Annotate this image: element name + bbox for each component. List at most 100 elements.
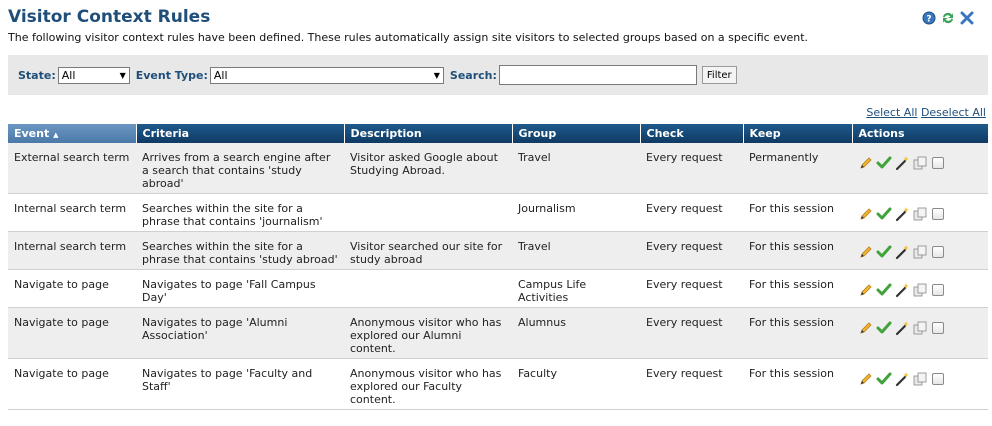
selection-links: Select All Deselect All <box>866 106 986 119</box>
select-checkbox[interactable] <box>932 157 944 169</box>
cell-check: Every request <box>640 269 743 308</box>
search-label: Search: <box>449 68 497 82</box>
page-subtitle: The following visitor context rules have… <box>8 31 809 44</box>
state-select[interactable]: All ▼ <box>57 66 130 84</box>
cell-group: Faculty <box>512 358 640 410</box>
column-header-event[interactable]: Event ▲ <box>8 124 137 143</box>
cell-criteria: Searches within the site for a phrase th… <box>136 231 344 270</box>
cell-check: Every request <box>640 193 743 232</box>
wizard-wand-icon[interactable] <box>894 206 910 222</box>
wizard-wand-icon[interactable] <box>894 282 910 298</box>
row-actions <box>858 151 982 171</box>
row-actions <box>858 202 982 222</box>
row-actions <box>858 316 982 336</box>
filter-button[interactable]: Filter <box>701 66 737 84</box>
table-row: Internal search term Searches within the … <box>8 193 988 232</box>
edit-icon[interactable] <box>858 320 874 336</box>
enable-check-icon[interactable] <box>876 244 892 260</box>
column-header-keep[interactable]: Keep <box>743 124 853 143</box>
cell-check: Every request <box>640 358 743 410</box>
event-type-select-value: All <box>213 68 228 82</box>
column-header-description[interactable]: Description <box>344 124 513 143</box>
cell-actions <box>852 307 988 359</box>
wizard-wand-icon[interactable] <box>894 244 910 260</box>
chevron-down-icon: ▼ <box>119 70 126 80</box>
cell-keep: For this session <box>743 358 852 410</box>
cell-description <box>344 193 512 232</box>
column-header-criteria[interactable]: Criteria <box>136 124 345 143</box>
edit-icon[interactable] <box>858 206 874 222</box>
close-icon[interactable] <box>960 11 974 25</box>
cell-check: Every request <box>640 143 743 194</box>
event-type-label: Event Type: <box>135 68 208 82</box>
cell-keep: For this session <box>743 269 852 308</box>
edit-icon[interactable] <box>858 371 874 387</box>
cell-group: Alumnus <box>512 307 640 359</box>
cell-criteria: Navigates to page 'Fall Campus Day' <box>136 269 344 308</box>
wizard-wand-icon[interactable] <box>894 371 910 387</box>
svg-text:?: ? <box>926 15 931 25</box>
copy-icon[interactable] <box>912 244 928 260</box>
select-checkbox[interactable] <box>932 208 944 220</box>
filter-bar: State: All ▼ Event Type: All ▼ Search: F… <box>8 55 988 95</box>
select-checkbox[interactable] <box>932 246 944 258</box>
cell-event: Navigate to page <box>8 358 136 410</box>
chevron-down-icon: ▼ <box>433 70 440 80</box>
copy-icon[interactable] <box>912 282 928 298</box>
cell-group: Campus Life Activities <box>512 269 640 308</box>
column-header-check[interactable]: Check <box>640 124 744 143</box>
copy-icon[interactable] <box>912 155 928 171</box>
cell-event: Navigate to page <box>8 307 136 359</box>
cell-actions <box>852 143 988 194</box>
top-toolbar: ? <box>922 11 974 25</box>
edit-icon[interactable] <box>858 282 874 298</box>
wizard-wand-icon[interactable] <box>894 320 910 336</box>
deselect-all-link[interactable]: Deselect All <box>921 106 986 119</box>
cell-actions <box>852 269 988 308</box>
cell-event: External search term <box>8 143 136 194</box>
cell-actions <box>852 358 988 410</box>
cell-criteria: Navigates to page 'Faculty and Staff' <box>136 358 344 410</box>
table-row: Navigate to page Navigates to page 'Facul… <box>8 358 988 410</box>
cell-description: Anonymous visitor who has explored our A… <box>344 307 512 359</box>
enable-check-icon[interactable] <box>876 371 892 387</box>
table-row: Internal search term Searches within the … <box>8 231 988 270</box>
cell-group: Travel <box>512 231 640 270</box>
copy-icon[interactable] <box>912 206 928 222</box>
enable-check-icon[interactable] <box>876 155 892 171</box>
row-actions <box>858 367 982 387</box>
wizard-wand-icon[interactable] <box>894 155 910 171</box>
cell-keep: For this session <box>743 231 852 270</box>
help-icon[interactable]: ? <box>922 11 936 25</box>
event-type-select[interactable]: All ▼ <box>209 66 444 84</box>
column-header-group[interactable]: Group <box>512 124 641 143</box>
row-actions <box>858 278 982 298</box>
sort-ascending-icon: ▲ <box>53 131 59 139</box>
cell-keep: For this session <box>743 193 852 232</box>
edit-icon[interactable] <box>858 244 874 260</box>
cell-actions <box>852 231 988 270</box>
enable-check-icon[interactable] <box>876 282 892 298</box>
cell-group: Journalism <box>512 193 640 232</box>
refresh-icon[interactable] <box>941 11 955 25</box>
cell-actions <box>852 193 988 232</box>
cell-description: Visitor asked Google about Studying Abro… <box>344 143 512 194</box>
copy-icon[interactable] <box>912 320 928 336</box>
enable-check-icon[interactable] <box>876 206 892 222</box>
select-checkbox[interactable] <box>932 322 944 334</box>
rules-table: Event ▲ Criteria Description Group Check… <box>8 124 989 410</box>
edit-icon[interactable] <box>858 155 874 171</box>
copy-icon[interactable] <box>912 371 928 387</box>
cell-criteria: Navigates to page 'Alumni Association' <box>136 307 344 359</box>
cell-event: Navigate to page <box>8 269 136 308</box>
cell-event: Internal search term <box>8 193 136 232</box>
cell-event: Internal search term <box>8 231 136 270</box>
select-checkbox[interactable] <box>932 284 944 296</box>
cell-description <box>344 269 512 308</box>
select-all-link[interactable]: Select All <box>866 106 917 119</box>
search-input[interactable] <box>498 65 697 85</box>
enable-check-icon[interactable] <box>876 320 892 336</box>
column-header-actions: Actions <box>852 124 989 143</box>
table-row: Navigate to page Navigates to page 'Alumn… <box>8 307 988 359</box>
select-checkbox[interactable] <box>932 373 944 385</box>
